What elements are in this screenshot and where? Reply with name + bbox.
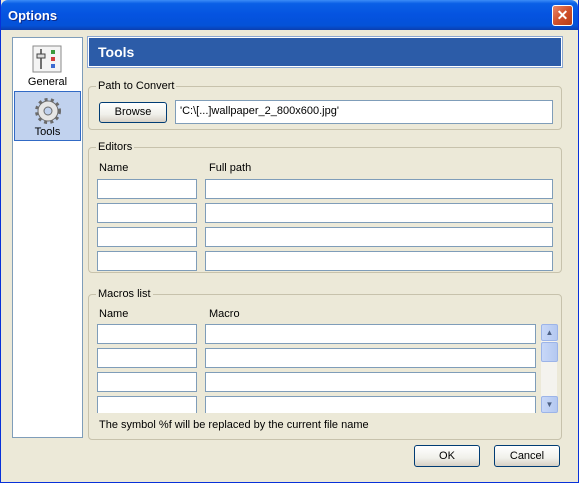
macro-name-field-2[interactable] xyxy=(97,348,197,368)
macros-scrollbar[interactable]: ▲ ▼ xyxy=(540,324,558,413)
editor-name-field-2[interactable] xyxy=(97,203,197,223)
editor-name-field-3[interactable] xyxy=(97,227,197,247)
editors-name-header: Name xyxy=(99,162,129,174)
browse-button[interactable]: Browse xyxy=(99,102,167,123)
close-button[interactable]: ✕ xyxy=(552,5,573,26)
macro-value-field-4[interactable] xyxy=(205,396,536,413)
options-window: Options ✕ General Tools Tools Path to Co… xyxy=(0,0,579,483)
editors-path-header: Full path xyxy=(209,162,252,174)
editor-path-field-2[interactable] xyxy=(205,203,553,223)
editors-group-title: Editors xyxy=(96,141,135,153)
window-title: Options xyxy=(8,8,58,23)
macros-list xyxy=(97,324,553,413)
path-group-title: Path to Convert xyxy=(96,80,177,92)
sidebar-item-label: General xyxy=(27,76,68,88)
macro-name-field-3[interactable] xyxy=(97,372,197,392)
title-bar[interactable]: Options ✕ xyxy=(1,0,578,30)
macro-value-field-1[interactable] xyxy=(205,324,536,344)
editor-path-field-3[interactable] xyxy=(205,227,553,247)
path-input[interactable]: 'C:\[...]wallpaper_2_800x600.jpg' xyxy=(175,100,553,124)
editor-name-field-4[interactable] xyxy=(97,251,197,271)
editor-name-field-1[interactable] xyxy=(97,179,197,199)
macro-value-field-2[interactable] xyxy=(205,348,536,368)
sidebar: General Tools xyxy=(12,37,83,438)
sidebar-item-tools[interactable]: Tools xyxy=(14,91,81,141)
scroll-thumb[interactable] xyxy=(541,342,558,362)
gear-icon xyxy=(35,98,61,124)
macros-group-title: Macros list xyxy=(96,288,153,300)
tools-panel: Tools Path to Convert Browse 'C:\[...]wa… xyxy=(87,36,563,440)
macro-value-field-3[interactable] xyxy=(205,372,536,392)
path-group: Path to Convert Browse 'C:\[...]wallpape… xyxy=(88,80,562,130)
macros-group: Macros list Name Macro ▲ ▼ The symbol %f… xyxy=(88,288,562,440)
sliders-icon xyxy=(32,45,62,73)
page-title: Tools xyxy=(87,36,563,68)
cancel-button[interactable]: Cancel xyxy=(494,445,560,467)
scroll-down-button[interactable]: ▼ xyxy=(541,396,558,413)
macros-macro-header: Macro xyxy=(209,308,240,320)
macros-note: The symbol %f will be replaced by the cu… xyxy=(99,419,369,431)
macros-name-header: Name xyxy=(99,308,129,320)
editor-path-field-1[interactable] xyxy=(205,179,553,199)
editor-path-field-4[interactable] xyxy=(205,251,553,271)
macro-name-field-4[interactable] xyxy=(97,396,197,413)
scroll-up-button[interactable]: ▲ xyxy=(541,324,558,341)
sidebar-item-general[interactable]: General xyxy=(14,40,81,90)
editors-group: Editors Name Full path xyxy=(88,141,562,273)
ok-button[interactable]: OK xyxy=(414,445,480,467)
macro-name-field-1[interactable] xyxy=(97,324,197,344)
sidebar-item-label: Tools xyxy=(34,126,61,138)
